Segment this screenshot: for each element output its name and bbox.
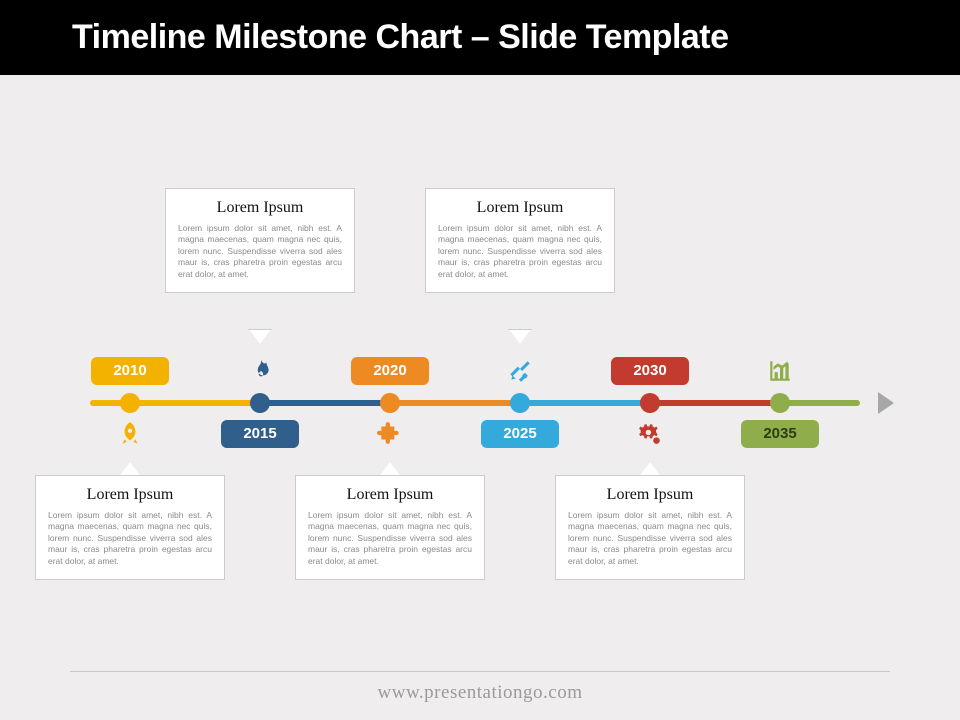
milestone-dot-2010 xyxy=(120,393,140,413)
card-body: Lorem ipsum dolor sit amet, nibh est. A … xyxy=(308,510,472,567)
milestone-card-2015: Lorem Ipsum Lorem ipsum dolor sit amet, … xyxy=(165,188,355,293)
axis-seg-2025-2030 xyxy=(520,400,650,406)
card-body: Lorem ipsum dolor sit amet, nibh est. A … xyxy=(568,510,732,567)
year-badge-2030: 2030 xyxy=(611,357,689,385)
milestone-dot-2030 xyxy=(640,393,660,413)
axis-seg-2020-2025 xyxy=(390,400,520,406)
year-badge-2015: 2015 xyxy=(221,420,299,448)
rocket-icon xyxy=(115,418,145,448)
card-body: Lorem ipsum dolor sit amet, nibh est. A … xyxy=(48,510,212,567)
milestone-card-2020: Lorem Ipsum Lorem ipsum dolor sit amet, … xyxy=(295,475,485,580)
gears-icon xyxy=(635,418,665,448)
axis-arrow-icon xyxy=(878,392,894,414)
footer-divider xyxy=(70,671,890,672)
footer: www.presentationgo.com xyxy=(0,657,960,720)
year-badge-2020: 2020 xyxy=(351,357,429,385)
year-badge-2025: 2025 xyxy=(481,420,559,448)
milestone-dot-2020 xyxy=(380,393,400,413)
card-heading: Lorem Ipsum xyxy=(48,486,212,504)
card-body: Lorem ipsum dolor sit amet, nibh est. A … xyxy=(178,223,342,280)
flame-icon xyxy=(246,356,276,386)
axis-seg-2015-2020 xyxy=(260,400,390,406)
card-heading: Lorem Ipsum xyxy=(308,486,472,504)
year-badge-2010: 2010 xyxy=(91,357,169,385)
milestone-dot-2025 xyxy=(510,393,530,413)
card-pointer-2025 xyxy=(509,330,531,344)
puzzle-icon xyxy=(375,418,405,448)
card-heading: Lorem Ipsum xyxy=(178,199,342,217)
slide-header: Timeline Milestone Chart – Slide Templat… xyxy=(0,0,960,75)
milestone-card-2010: Lorem Ipsum Lorem ipsum dolor sit amet, … xyxy=(35,475,225,580)
card-heading: Lorem Ipsum xyxy=(568,486,732,504)
card-pointer-2020 xyxy=(379,462,401,476)
timeline-axis xyxy=(90,400,880,406)
card-body: Lorem ipsum dolor sit amet, nibh est. A … xyxy=(438,223,602,280)
timeline-canvas: 2010 2015 2020 2025 2030 2035 Lorem Ipsu… xyxy=(0,120,960,640)
milestone-card-2030: Lorem Ipsum Lorem ipsum dolor sit amet, … xyxy=(555,475,745,580)
year-badge-2035: 2035 xyxy=(741,420,819,448)
slide-title: Timeline Milestone Chart – Slide Templat… xyxy=(72,18,932,57)
card-heading: Lorem Ipsum xyxy=(438,199,602,217)
milestone-dot-2035 xyxy=(770,393,790,413)
tools-icon xyxy=(505,356,535,386)
axis-seg-2035-end xyxy=(780,400,860,406)
axis-seg-2030-2035 xyxy=(650,400,780,406)
axis-seg-2010-2015 xyxy=(130,400,260,406)
chart-icon xyxy=(765,356,795,386)
card-pointer-2010 xyxy=(119,462,141,476)
footer-link[interactable]: www.presentationgo.com xyxy=(378,682,583,703)
card-pointer-2030 xyxy=(639,462,661,476)
card-pointer-2015 xyxy=(249,330,271,344)
milestone-dot-2015 xyxy=(250,393,270,413)
milestone-card-2025: Lorem Ipsum Lorem ipsum dolor sit amet, … xyxy=(425,188,615,293)
